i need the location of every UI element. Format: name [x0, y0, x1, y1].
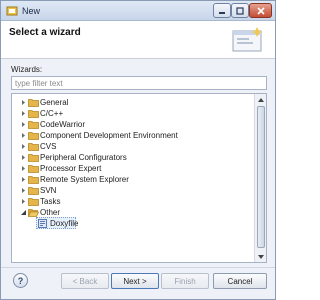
expand-arrow-icon[interactable] — [20, 121, 27, 128]
expand-arrow-icon[interactable] — [20, 187, 27, 194]
close-button[interactable] — [249, 3, 272, 18]
tree-item-tasks[interactable]: Tasks — [12, 196, 254, 207]
scroll-up-icon — [258, 97, 264, 102]
scroll-down-icon — [258, 254, 264, 259]
tree-item-label: CodeWarrior — [40, 120, 86, 129]
folder-icon — [28, 132, 39, 140]
app-icon — [6, 6, 18, 16]
tree-item-label: Peripheral Configurators — [40, 153, 127, 162]
folder-icon — [28, 187, 39, 195]
filter-input[interactable] — [11, 76, 267, 90]
help-button[interactable]: ? — [13, 273, 28, 288]
tree-item-remote-system-explorer[interactable]: Remote System Explorer — [12, 174, 254, 185]
folder-icon — [28, 143, 39, 151]
vertical-scrollbar[interactable] — [254, 94, 266, 262]
wizard-banner-icon — [232, 27, 263, 52]
expand-arrow-icon[interactable] — [20, 165, 27, 172]
tree-item-svn[interactable]: SVN — [12, 185, 254, 196]
tree-item-label: Component Development Environment — [40, 131, 178, 140]
expand-arrow-icon[interactable] — [20, 154, 27, 161]
folder-icon — [28, 176, 39, 184]
tree-item-peripheral-configurators[interactable]: Peripheral Configurators — [12, 152, 254, 163]
minimize-button[interactable] — [213, 3, 231, 18]
tree-item-cvs[interactable]: CVS — [12, 141, 254, 152]
wizards-label: Wizards: — [11, 65, 43, 74]
expand-arrow-icon[interactable] — [20, 176, 27, 183]
close-icon — [256, 6, 265, 15]
tree-item-label: Tasks — [40, 197, 61, 206]
tree-item-doxyfile[interactable]: Doxyfile — [12, 217, 254, 229]
folder-icon — [28, 99, 39, 107]
wizard-header: Select a wizard — [1, 21, 275, 59]
title-bar[interactable]: New — [1, 1, 275, 21]
expand-arrow-icon[interactable] — [20, 198, 27, 205]
folder-icon — [28, 165, 39, 173]
expand-arrow-icon[interactable] — [20, 143, 27, 150]
minimize-icon — [219, 11, 225, 14]
tree-item-label: Processor Expert — [40, 164, 102, 173]
finish-button[interactable]: Finish — [161, 273, 209, 289]
maximize-icon — [236, 6, 244, 15]
expand-arrow-icon[interactable] — [20, 99, 27, 106]
folder-icon — [28, 154, 39, 162]
folder-icon — [28, 121, 39, 129]
tree-item-component-development-environment[interactable]: Component Development Environment — [12, 130, 254, 141]
tree-item-processor-expert[interactable]: Processor Expert — [12, 163, 254, 174]
tree-item-label: CVS — [40, 142, 57, 151]
expand-arrow-icon[interactable] — [20, 110, 27, 117]
tree-item-label: General — [40, 98, 69, 107]
new-wizard-dialog: New Select a wizard Wizards: General — [0, 0, 276, 300]
tree-item-label: Remote System Explorer — [40, 175, 129, 184]
open-folder-icon — [28, 209, 39, 217]
footer-divider — [1, 267, 275, 268]
doxyfile-icon — [38, 219, 47, 228]
back-button[interactable]: < Back — [61, 273, 109, 289]
tree-item-label: Doxyfile — [50, 219, 79, 228]
folder-icon — [28, 110, 39, 118]
folder-icon — [28, 198, 39, 206]
collapse-arrow-icon[interactable] — [20, 209, 27, 216]
scroll-up-button[interactable] — [255, 94, 266, 105]
expand-arrow-icon[interactable] — [20, 132, 27, 139]
cancel-button[interactable]: Cancel — [213, 273, 267, 289]
tree-item-label: C/C++ — [40, 109, 64, 118]
scroll-down-button[interactable] — [255, 251, 266, 262]
maximize-button[interactable] — [231, 3, 249, 18]
tree-item-codewarrior[interactable]: CodeWarrior — [12, 119, 254, 130]
scroll-thumb[interactable] — [257, 106, 265, 248]
wizard-tree[interactable]: General C/C++ CodeWarrior Component Deve… — [11, 93, 267, 263]
help-icon: ? — [17, 275, 24, 286]
tree-item-cpp[interactable]: C/C++ — [12, 108, 254, 119]
next-button[interactable]: Next > — [111, 273, 159, 289]
page-title: Select a wizard — [9, 27, 81, 38]
tree-item-label: SVN — [40, 186, 57, 195]
tree-item-general[interactable]: General — [12, 97, 254, 108]
window-title: New — [22, 6, 41, 16]
